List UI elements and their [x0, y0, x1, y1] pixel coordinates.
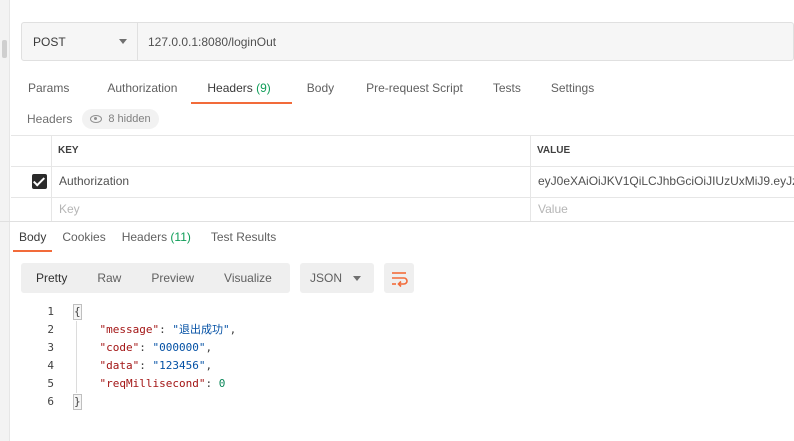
- tab-params[interactable]: Params: [26, 72, 71, 104]
- json-key: "message": [99, 323, 160, 336]
- key-column-header: KEY: [58, 145, 79, 156]
- new-key-input[interactable]: Key: [59, 198, 519, 220]
- url-text: 127.0.0.1:8080/loginOut: [148, 34, 277, 49]
- hidden-headers-label: 8 hidden: [108, 113, 151, 125]
- close-brace: }: [73, 394, 82, 410]
- chevron-down-icon: [119, 39, 127, 44]
- hidden-headers-toggle[interactable]: 8 hidden: [82, 109, 159, 129]
- line-text: {: [73, 303, 82, 321]
- response-tab-headers-count: (11): [170, 230, 191, 244]
- json-value: 0: [218, 377, 226, 390]
- tab-headers-count: (9): [256, 81, 271, 95]
- response-divider: [0, 221, 794, 222]
- line-number: 1: [47, 305, 54, 318]
- headers-toolbar: Headers 8 hidden: [27, 109, 159, 129]
- line-number: 5: [47, 377, 54, 390]
- open-brace: {: [73, 304, 82, 320]
- response-tab-body[interactable]: Body: [12, 224, 53, 252]
- tab-authorization[interactable]: Authorization: [105, 72, 179, 104]
- json-key: "code": [99, 341, 140, 354]
- chevron-down-icon: [353, 275, 361, 281]
- eye-icon: [90, 115, 103, 123]
- line-text: "code": "000000",: [99, 341, 213, 354]
- line-text: "message": "退出成功",: [99, 323, 237, 336]
- header-value-cell[interactable]: eyJ0eXAiOiJKV1QiLCJhbGciOiJIUzUxMiJ9.eyJ…: [538, 166, 794, 196]
- response-body[interactable]: 1 { 2 "message": "退出成功", 3 "code": "0000…: [0, 303, 794, 411]
- value-column-header: VALUE: [537, 145, 571, 156]
- json-key: "reqMillisecond": [99, 377, 206, 390]
- raw-button[interactable]: Raw: [82, 263, 136, 293]
- line-text: "data": "123456",: [99, 359, 213, 372]
- wrap-lines-icon: [392, 272, 408, 288]
- line-number: 6: [47, 395, 54, 408]
- json-value: "000000": [152, 341, 206, 354]
- method-select[interactable]: POST: [22, 23, 138, 60]
- code-line: 2 "message": "退出成功",: [0, 321, 794, 339]
- checkbox-checked-icon[interactable]: [32, 174, 47, 189]
- visualize-button[interactable]: Visualize: [209, 263, 287, 293]
- json-value: "123456": [152, 359, 206, 372]
- url-input[interactable]: 127.0.0.1:8080/loginOut: [138, 23, 793, 60]
- line-number: 2: [47, 323, 54, 336]
- rail-handle[interactable]: [2, 40, 7, 58]
- request-tabs: Params Authorization Headers (9) Body Pr…: [26, 72, 596, 104]
- response-tab-headers-label: Headers: [121, 230, 168, 244]
- tab-headers[interactable]: Headers (9): [191, 72, 293, 104]
- response-tabs: Body Cookies Headers (11) Test Results: [12, 224, 292, 252]
- header-key-cell[interactable]: Authorization: [59, 166, 519, 196]
- table-divider: [530, 135, 531, 221]
- line-number: 4: [47, 359, 54, 372]
- code-line: 1 {: [0, 303, 794, 321]
- table-divider: [51, 135, 52, 221]
- json-key: "data": [99, 359, 140, 372]
- response-tab-cookies[interactable]: Cookies: [62, 224, 105, 252]
- new-value-input[interactable]: Value: [538, 198, 794, 220]
- tab-headers-label: Headers: [207, 81, 253, 95]
- headers-label: Headers: [27, 112, 73, 126]
- code-line: 3 "code": "000000",: [0, 339, 794, 357]
- line-text: "reqMillisecond": 0: [99, 377, 226, 390]
- response-tab-test-results[interactable]: Test Results: [211, 224, 276, 252]
- tab-tests[interactable]: Tests: [491, 72, 523, 104]
- headers-table: KEY VALUE Authorization eyJ0eXAiOiJKV1Qi…: [11, 135, 794, 221]
- tab-settings[interactable]: Settings: [549, 72, 596, 104]
- code-line: 6 }: [0, 393, 794, 411]
- code-line: 4 "data": "123456",: [0, 357, 794, 375]
- wrap-lines-button[interactable]: [384, 263, 414, 293]
- tab-pre-request-script[interactable]: Pre-request Script: [364, 72, 465, 104]
- tab-body[interactable]: Body: [305, 72, 336, 104]
- format-select[interactable]: JSON: [300, 263, 374, 293]
- request-bar: POST 127.0.0.1:8080/loginOut: [21, 22, 794, 61]
- view-mode-group: Pretty Raw Preview Visualize: [21, 263, 290, 293]
- preview-button[interactable]: Preview: [136, 263, 209, 293]
- pretty-button[interactable]: Pretty: [21, 263, 82, 293]
- line-number: 3: [47, 341, 54, 354]
- table-divider: [11, 135, 794, 136]
- format-label: JSON: [310, 271, 343, 285]
- response-tab-headers[interactable]: Headers (11): [122, 224, 191, 252]
- method-label: POST: [33, 34, 66, 49]
- line-text: }: [73, 393, 82, 411]
- json-value: "退出成功": [172, 323, 230, 336]
- code-line: 5 "reqMillisecond": 0: [0, 375, 794, 393]
